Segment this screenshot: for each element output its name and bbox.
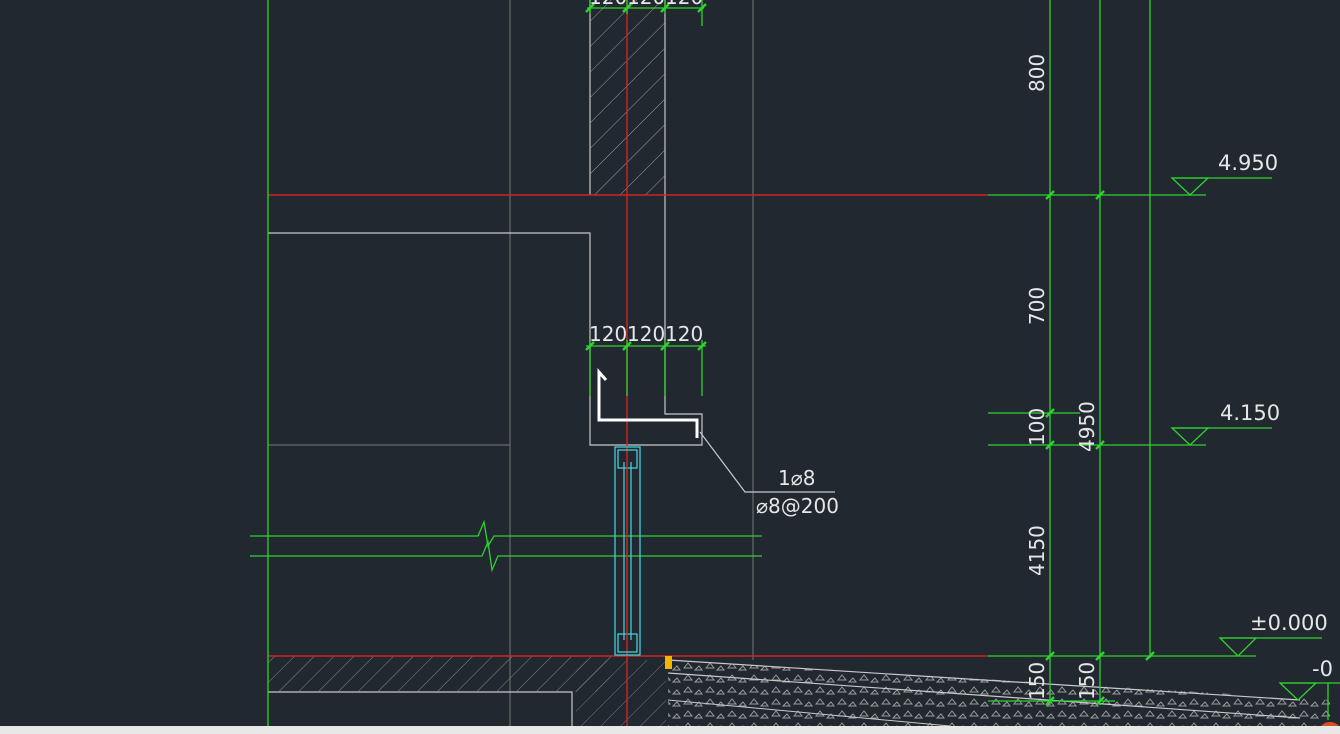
dimension-ticks <box>585 3 1155 706</box>
window-frame <box>614 446 641 656</box>
dim-top-2: 120 <box>627 0 665 9</box>
dim-lintel-3: 120 <box>665 322 703 346</box>
foundation <box>268 656 1330 727</box>
rebar <box>597 368 699 438</box>
dim-lintel-1: 120 <box>589 322 627 346</box>
rebar-note-top: 1⌀8 <box>778 466 816 490</box>
dim-4150: 4150 <box>1025 525 1049 576</box>
building-outline <box>268 0 754 726</box>
dim-150-outer: 150 <box>1075 662 1099 700</box>
bottom-status-bar <box>0 726 1340 734</box>
dim-top-1: 120 <box>589 0 627 9</box>
cad-canvas[interactable]: 120 120 120 120 120 120 800 700 100 4150… <box>0 0 1340 734</box>
rebar-note-bottom: ⌀8@200 <box>756 494 839 518</box>
level-4150: 4.150 <box>1220 401 1280 425</box>
dim-100: 100 <box>1025 408 1049 446</box>
dim-700: 700 <box>1025 287 1049 325</box>
top-wall-dimensions: 120 120 120 <box>589 0 703 9</box>
dim-top-3: 120 <box>665 0 703 9</box>
level-4950: 4.950 <box>1218 151 1278 175</box>
dim-800: 800 <box>1025 54 1049 92</box>
grip-marker[interactable] <box>665 656 672 669</box>
level-zero: ±0.000 <box>1250 611 1328 635</box>
lintel-dimensions: 120 120 120 <box>589 322 703 346</box>
dimension-lines <box>250 0 1340 726</box>
level-minus: -0 <box>1312 657 1333 681</box>
dim-4950: 4950 <box>1075 401 1099 452</box>
dim-lintel-2: 120 <box>627 322 665 346</box>
dim-150-inner: 150 <box>1025 662 1049 700</box>
